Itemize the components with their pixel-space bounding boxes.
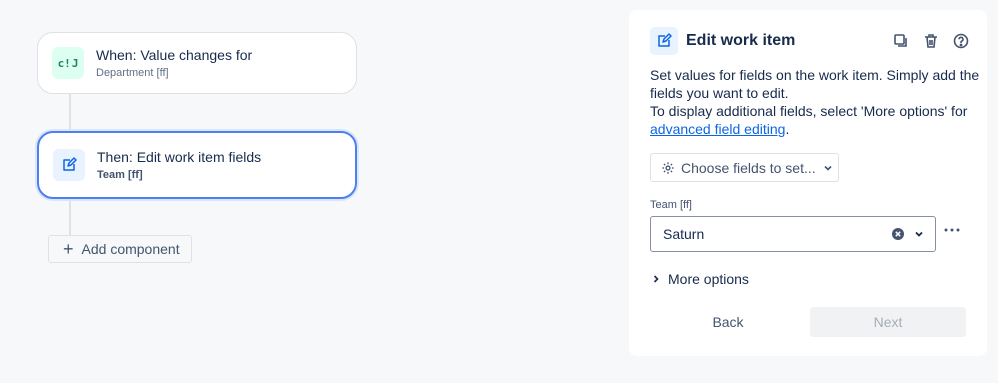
more-options-toggle[interactable]: More options xyxy=(650,271,749,287)
chevron-down-icon xyxy=(822,162,834,174)
panel-header: Edit work item xyxy=(650,26,971,56)
edit-icon xyxy=(53,149,85,181)
trigger-icon: c! J xyxy=(52,47,84,79)
team-select-value: Saturn xyxy=(663,226,705,242)
trash-icon[interactable] xyxy=(921,31,941,51)
add-component-button[interactable]: + Add component xyxy=(48,235,192,263)
clear-icon[interactable] xyxy=(891,227,905,241)
description-suffix: . xyxy=(785,121,790,137)
choose-fields-button[interactable]: Choose fields to set... xyxy=(650,153,839,182)
connector-line xyxy=(69,94,71,132)
action-card[interactable]: Then: Edit work item fields Team [ff] xyxy=(37,131,357,199)
choose-fields-label: Choose fields to set... xyxy=(681,159,816,176)
panel-description: Set values for fields on the work item. … xyxy=(650,66,980,138)
advanced-field-editing-link[interactable]: advanced field editing xyxy=(650,121,785,137)
gear-icon xyxy=(661,161,675,175)
edit-work-item-panel: Edit work item Set values for fields on … xyxy=(629,10,987,356)
trigger-card[interactable]: c! J When: Value changes for Department [… xyxy=(37,32,357,94)
copy-icon[interactable] xyxy=(891,31,911,51)
connector-line xyxy=(69,198,71,236)
plus-icon: + xyxy=(63,239,74,259)
team-select[interactable]: Saturn xyxy=(650,216,936,252)
add-component-label: Add component xyxy=(81,241,180,257)
more-actions-icon[interactable] xyxy=(942,220,962,240)
chevron-right-icon xyxy=(650,273,662,285)
help-icon[interactable] xyxy=(951,31,971,51)
panel-title: Edit work item xyxy=(686,32,796,49)
back-button[interactable]: Back xyxy=(650,307,806,337)
trigger-title: When: Value changes for xyxy=(96,47,253,63)
more-options-label: More options xyxy=(668,271,749,287)
action-subtitle: Team [ff] xyxy=(97,169,143,181)
description-line-2: To display additional fields, select 'Mo… xyxy=(650,102,980,138)
description-prefix: To display additional fields, select 'Mo… xyxy=(650,103,968,119)
next-button: Next xyxy=(810,307,966,337)
description-line-1: Set values for fields on the work item. … xyxy=(650,67,980,101)
team-field-label: Team [ff] xyxy=(650,199,692,211)
trigger-subtitle: Department [ff] xyxy=(96,67,169,79)
action-title: Then: Edit work item fields xyxy=(97,149,262,165)
chevron-down-icon[interactable] xyxy=(913,228,925,240)
edit-icon xyxy=(650,27,678,55)
